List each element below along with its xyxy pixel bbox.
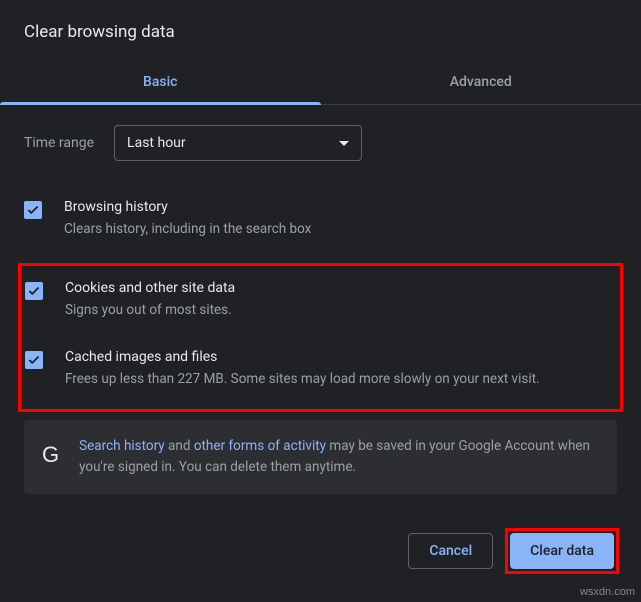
tab-advanced[interactable]: Advanced — [321, 60, 641, 104]
cancel-button[interactable]: Cancel — [408, 533, 493, 569]
check-icon — [27, 284, 41, 298]
annotation-highlight-box: Cookies and other site data Signs you ou… — [18, 263, 623, 412]
time-range-value: Last hour — [127, 135, 186, 151]
info-text: Search history and other forms of activi… — [79, 436, 599, 478]
tab-basic[interactable]: Basic — [0, 60, 321, 104]
dialog-title: Clear browsing data — [0, 0, 641, 60]
annotation-highlight-primary: Clear data — [505, 528, 619, 574]
info-text-part: and — [165, 438, 194, 454]
info-banner: G Search history and other forms of acti… — [24, 420, 617, 494]
option-cache: Cached images and files Frees up less th… — [25, 339, 616, 407]
link-other-activity[interactable]: other forms of activity — [194, 438, 326, 454]
time-range-label: Time range — [24, 135, 94, 151]
option-text: Cached images and files Frees up less th… — [65, 349, 616, 389]
check-icon — [26, 203, 40, 217]
option-desc: Clears history, including in the search … — [64, 219, 617, 239]
option-title: Browsing history — [64, 199, 617, 215]
option-title: Cached images and files — [65, 349, 616, 365]
watermark: wsxdn.com — [580, 586, 635, 598]
option-desc: Signs you out of most sites. — [65, 300, 616, 320]
chevron-down-icon — [339, 141, 349, 146]
tabs: Basic Advanced — [0, 60, 641, 105]
time-range-row: Time range Last hour — [24, 125, 617, 161]
option-text: Cookies and other site data Signs you ou… — [65, 280, 616, 320]
link-search-history[interactable]: Search history — [79, 438, 165, 454]
checkbox-cookies[interactable] — [25, 282, 43, 300]
clear-data-button[interactable]: Clear data — [510, 533, 614, 569]
google-logo-icon: G — [42, 442, 59, 468]
option-text: Browsing history Clears history, includi… — [64, 199, 617, 239]
option-cookies: Cookies and other site data Signs you ou… — [25, 270, 616, 338]
dialog-buttons: Cancel Clear data — [408, 528, 619, 574]
checkbox-cache[interactable] — [25, 351, 43, 369]
option-desc: Frees up less than 227 MB. Some sites ma… — [65, 369, 616, 389]
checkbox-browsing-history[interactable] — [24, 201, 42, 219]
option-title: Cookies and other site data — [65, 280, 616, 296]
option-browsing-history: Browsing history Clears history, includi… — [24, 189, 617, 257]
check-icon — [27, 353, 41, 367]
time-range-select[interactable]: Last hour — [114, 125, 362, 161]
dialog-content: Time range Last hour Browsing history Cl… — [0, 105, 641, 494]
